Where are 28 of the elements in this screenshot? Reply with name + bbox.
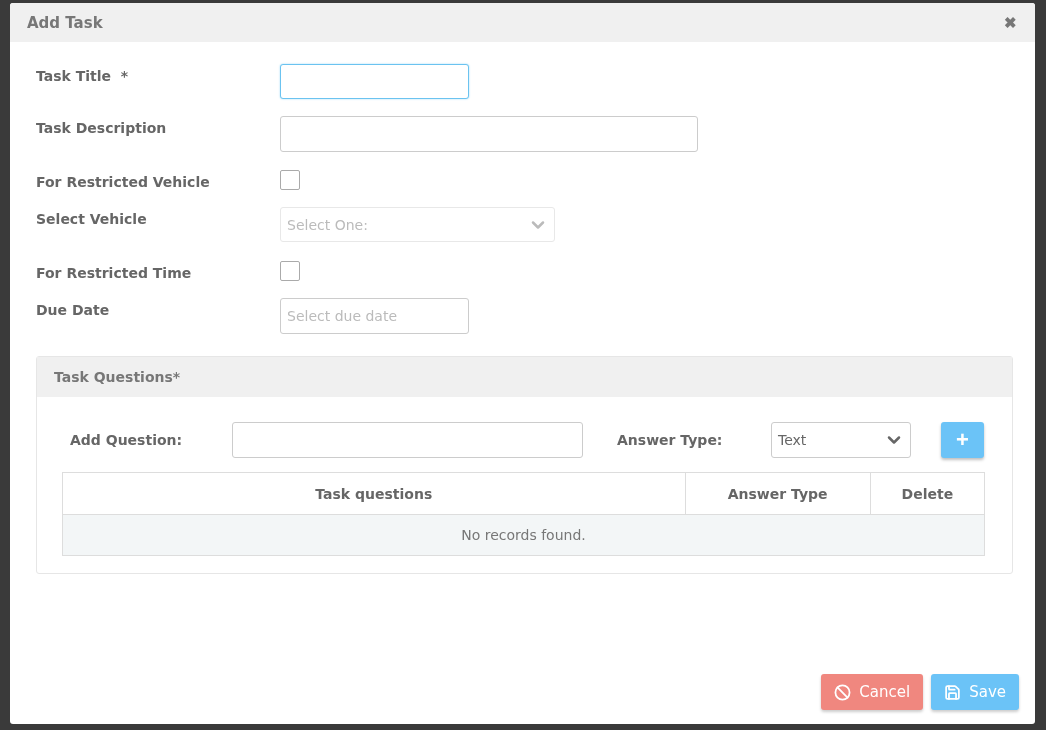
empty-message: No records found. — [62, 514, 985, 556]
add-question-label: Add Question: — [69, 432, 184, 448]
column-header: Task questions — [62, 472, 685, 515]
field-label: For Restricted Vehicle — [36, 173, 211, 190]
column-header: Answer Type — [685, 472, 871, 515]
add-button[interactable]: + — [941, 422, 984, 458]
question-input[interactable] — [232, 422, 583, 458]
text-input[interactable] — [280, 116, 698, 152]
field-label: For Restricted Time — [36, 264, 193, 281]
panel-title: Task Questions* — [54, 369, 181, 385]
checkbox[interactable] — [280, 261, 300, 281]
checkbox[interactable] — [280, 170, 300, 190]
field-label: Select Vehicle — [36, 210, 148, 227]
field-label: Due Date — [36, 301, 111, 318]
select-placeholder: Select One: — [287, 216, 368, 233]
close-button[interactable]: ✖ — [1004, 13, 1017, 32]
field-label: Task Title * — [36, 67, 130, 84]
field-label: Task Description — [36, 119, 168, 136]
dialog-title: Add Task — [27, 13, 103, 32]
column-header: Delete — [870, 472, 985, 515]
date-input[interactable]: Select due date — [280, 298, 469, 334]
cancel-icon — [834, 683, 852, 701]
text-input[interactable] — [280, 64, 469, 99]
answer-type-label: Answer Type: — [616, 432, 724, 448]
answer-type-select[interactable]: Text — [771, 422, 911, 458]
cancel-button[interactable]: Cancel — [821, 674, 924, 710]
save-button[interactable]: Save — [931, 674, 1019, 710]
select-value: Text — [778, 432, 807, 448]
